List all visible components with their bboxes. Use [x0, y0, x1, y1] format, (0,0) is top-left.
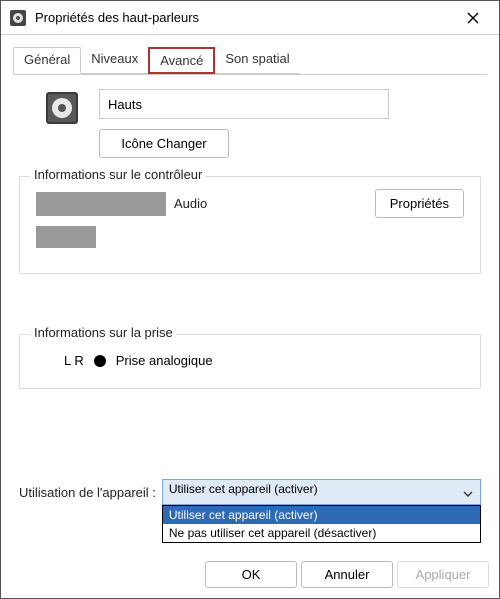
app-icon	[9, 9, 27, 27]
usage-option-enable[interactable]: Utiliser cet appareil (activer)	[163, 506, 480, 524]
title-bar: Propriétés des haut-parleurs	[1, 1, 499, 35]
tab-advanced[interactable]: Avancé	[148, 47, 215, 74]
usage-select-value: Utiliser cet appareil (activer)	[169, 482, 318, 496]
cancel-button[interactable]: Annuler	[301, 561, 393, 588]
window-title: Propriétés des haut-parleurs	[35, 10, 453, 25]
usage-select[interactable]: Utiliser cet appareil (activer)	[162, 479, 481, 505]
controller-row: Audio Propriétés	[36, 189, 464, 218]
tab-spatial-sound[interactable]: Son spatial	[215, 47, 299, 74]
controller-group: Informations sur le contrôleur Audio Pro…	[19, 176, 481, 274]
jack-legend: Informations sur la prise	[30, 325, 177, 340]
controller-audio-text: Audio	[174, 196, 207, 211]
tab-bar: Général Niveaux Avancé Son spatial	[1, 47, 499, 74]
device-name-input[interactable]	[99, 89, 389, 119]
jack-color-dot	[94, 355, 106, 367]
controller-legend: Informations sur le contrôleur	[30, 167, 206, 182]
change-icon-button[interactable]: Icône Changer	[99, 129, 229, 158]
jack-lr: L R	[64, 353, 84, 368]
tab-general[interactable]: Général	[13, 47, 81, 74]
tab-levels[interactable]: Niveaux	[81, 47, 148, 74]
usage-label: Utilisation de l'appareil :	[19, 485, 156, 500]
usage-select-wrap: Utiliser cet appareil (activer) Utiliser…	[162, 479, 481, 505]
tab-content: Icône Changer Informations sur le contrô…	[13, 74, 487, 545]
controller-properties-button[interactable]: Propriétés	[375, 189, 464, 218]
close-icon[interactable]	[453, 1, 493, 34]
controller-vendor-redacted	[36, 192, 166, 216]
apply-button[interactable]: Appliquer	[397, 561, 489, 588]
usage-dropdown: Utiliser cet appareil (activer) Ne pas u…	[162, 505, 481, 543]
controller-extra-redacted	[36, 226, 96, 248]
action-row: OK Annuler Appliquer	[1, 545, 499, 598]
jack-group: Informations sur la prise L R Prise anal…	[19, 334, 481, 389]
usage-option-disable[interactable]: Ne pas utiliser cet appareil (désactiver…	[163, 524, 480, 542]
ok-button[interactable]: OK	[205, 561, 297, 588]
speaker-icon	[43, 89, 81, 127]
device-header: Icône Changer	[13, 85, 487, 158]
name-block: Icône Changer	[99, 89, 389, 158]
jack-analog-label: Prise analogique	[116, 353, 213, 368]
usage-row: Utilisation de l'appareil : Utiliser cet…	[13, 479, 487, 505]
properties-window: Propriétés des haut-parleurs Général Niv…	[0, 0, 500, 599]
jack-row: L R Prise analogique	[36, 347, 464, 368]
